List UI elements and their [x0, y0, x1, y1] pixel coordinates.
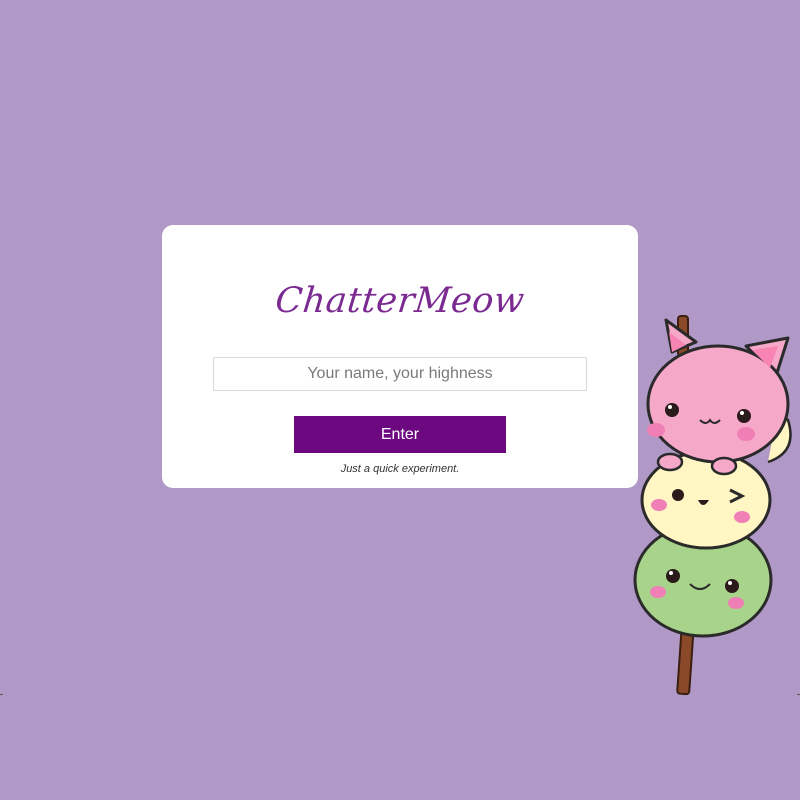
- enter-button[interactable]: Enter: [294, 416, 506, 453]
- tagline: Just a quick experiment.: [340, 463, 460, 475]
- pink-cat-dango: [646, 318, 790, 476]
- login-card: ChatterMeow Enter Just a quick experimen…: [162, 225, 638, 488]
- name-input[interactable]: [213, 357, 587, 391]
- dango-cats-icon: [633, 315, 792, 696]
- edge-mark-left: [0, 694, 3, 695]
- app-logo: ChatterMeow: [273, 281, 527, 321]
